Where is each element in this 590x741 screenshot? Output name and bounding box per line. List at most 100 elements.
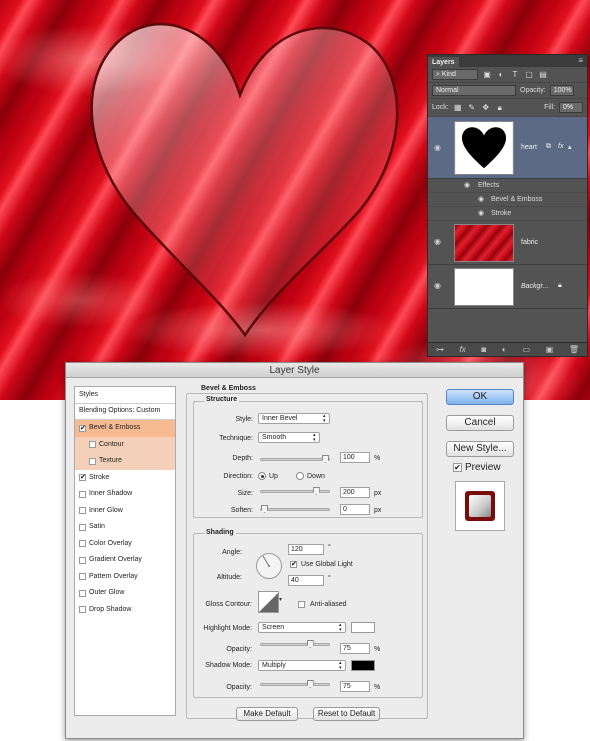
- visibility-eye-icon[interactable]: ◉: [464, 181, 470, 189]
- new-group-icon[interactable]: ▭: [522, 345, 530, 354]
- style-item[interactable]: Outer Glow: [75, 585, 175, 602]
- lock-transparent-icon[interactable]: ▦: [453, 103, 463, 113]
- style-item-checkbox[interactable]: [79, 589, 86, 597]
- filter-kind-dropdown[interactable]: ⌕ Kind: [432, 69, 478, 80]
- depth-slider[interactable]: [260, 455, 330, 463]
- highlight-mode-dropdown[interactable]: Screen: [258, 622, 346, 633]
- effects-row[interactable]: ◉ Effects: [428, 179, 587, 193]
- style-item[interactable]: Inner Glow: [75, 503, 175, 520]
- add-mask-icon[interactable]: ◙: [481, 345, 486, 354]
- make-default-button[interactable]: Make Default: [236, 707, 298, 721]
- style-item-checkbox[interactable]: [79, 540, 86, 548]
- styles-header[interactable]: Styles: [75, 387, 175, 404]
- blend-mode-dropdown[interactable]: Normal: [432, 85, 516, 96]
- style-item[interactable]: Color Overlay: [75, 536, 175, 553]
- style-item-checkbox[interactable]: [89, 457, 96, 465]
- visibility-eye-icon[interactable]: ◉: [434, 143, 441, 152]
- style-item-checkbox[interactable]: ✔: [79, 474, 86, 482]
- lock-brush-icon[interactable]: ✎: [467, 103, 477, 113]
- style-dropdown[interactable]: Inner Bevel: [258, 413, 330, 424]
- style-item-checkbox[interactable]: [79, 573, 86, 581]
- style-item-checkbox[interactable]: [79, 523, 86, 531]
- style-item[interactable]: Texture: [75, 453, 175, 470]
- style-item[interactable]: ✔ Stroke: [75, 470, 175, 487]
- style-item-checkbox[interactable]: [79, 556, 86, 564]
- direction-up-radio[interactable]: [258, 472, 266, 480]
- highlight-opacity-slider[interactable]: [260, 640, 330, 648]
- fill-input[interactable]: 0%: [559, 102, 583, 113]
- cancel-button[interactable]: Cancel: [446, 415, 514, 431]
- shadow-mode-dropdown[interactable]: Multiply: [258, 660, 346, 671]
- direction-down-label: Down: [307, 473, 325, 480]
- style-item[interactable]: Blending Options: Custom: [75, 404, 175, 420]
- layer-background[interactable]: ◉ Backgr... 🔒︎: [428, 265, 587, 309]
- angle-input[interactable]: 120: [288, 544, 324, 555]
- size-slider[interactable]: [260, 487, 330, 495]
- style-item-checkbox[interactable]: [79, 606, 86, 614]
- direction-down-radio[interactable]: [296, 472, 304, 480]
- lock-move-icon[interactable]: ✥: [481, 103, 491, 113]
- collapse-arrow-icon[interactable]: ▴: [568, 143, 572, 151]
- layers-tab[interactable]: Layers: [428, 57, 459, 68]
- adjustment-filter-icon[interactable]: ◐: [496, 70, 506, 80]
- use-global-light-checkbox[interactable]: ✔: [290, 561, 297, 568]
- angle-dial[interactable]: [255, 552, 283, 580]
- layer-heart[interactable]: ◉ heart ⧉ fx ▴: [428, 117, 587, 179]
- smart-object-filter-icon[interactable]: ▤: [538, 70, 548, 80]
- shape-filter-icon[interactable]: ▢: [524, 70, 534, 80]
- style-item-checkbox[interactable]: ✔: [79, 424, 86, 432]
- style-item[interactable]: Gradient Overlay: [75, 552, 175, 569]
- effect-row-bevel[interactable]: ◉ Bevel & Emboss: [428, 193, 587, 207]
- anti-aliased-checkbox[interactable]: [298, 601, 305, 608]
- visibility-eye-icon[interactable]: ◉: [434, 237, 441, 246]
- visibility-eye-icon[interactable]: ◉: [434, 281, 441, 290]
- style-item[interactable]: Pattern Overlay: [75, 569, 175, 586]
- pixel-filter-icon[interactable]: ▣: [482, 70, 492, 80]
- style-item[interactable]: Contour: [75, 436, 175, 453]
- highlight-color-swatch[interactable]: [351, 622, 375, 633]
- shadow-opacity-slider[interactable]: [260, 680, 330, 688]
- size-input[interactable]: 200: [340, 487, 370, 498]
- effect-row-stroke[interactable]: ◉ Stroke: [428, 207, 587, 221]
- style-item[interactable]: Drop Shadow: [75, 602, 175, 619]
- highlight-opacity-input[interactable]: 75: [340, 643, 370, 654]
- visibility-eye-icon[interactable]: ◉: [478, 209, 484, 217]
- new-layer-icon[interactable]: ▣: [546, 345, 554, 354]
- trash-icon[interactable]: 🗑︎: [569, 345, 579, 354]
- opacity-input[interactable]: 100%: [549, 85, 574, 96]
- angle-unit: °: [328, 544, 331, 551]
- altitude-input[interactable]: 40: [288, 575, 324, 586]
- shadow-mode-label: Shadow Mode:: [205, 662, 252, 669]
- panel-menu-icon[interactable]: ≡: [578, 56, 583, 65]
- visibility-eye-icon[interactable]: ◉: [478, 195, 484, 203]
- depth-input[interactable]: 100: [340, 452, 370, 463]
- fx-icon[interactable]: fx: [558, 143, 563, 150]
- type-filter-icon[interactable]: T: [510, 70, 520, 80]
- shadow-opacity-unit: %: [374, 684, 381, 691]
- style-item-checkbox[interactable]: [89, 441, 96, 449]
- gloss-contour-picker[interactable]: ▾: [258, 591, 284, 613]
- lock-icon: 🔒︎: [558, 282, 562, 289]
- technique-dropdown[interactable]: Smooth: [258, 432, 320, 443]
- lock-all-icon[interactable]: 🔒︎: [495, 103, 505, 113]
- style-item[interactable]: Inner Shadow: [75, 486, 175, 503]
- soften-slider[interactable]: [260, 505, 330, 513]
- shadow-opacity-input[interactable]: 75: [340, 681, 370, 692]
- style-item-checkbox[interactable]: [79, 507, 86, 515]
- effect-name: Stroke: [491, 210, 512, 217]
- style-item-label: Satin: [89, 523, 105, 531]
- adjustment-layer-icon[interactable]: ◐: [502, 345, 507, 354]
- layer-fabric[interactable]: ◉ fabric: [428, 221, 587, 265]
- style-item[interactable]: ✔ Bevel & Emboss: [75, 420, 175, 437]
- preview-label: Preview: [465, 462, 501, 473]
- ok-button[interactable]: OK: [446, 389, 514, 405]
- style-item-checkbox[interactable]: [79, 490, 86, 498]
- reset-to-default-button[interactable]: Reset to Default: [313, 707, 380, 721]
- new-style-button[interactable]: New Style...: [446, 441, 514, 457]
- shadow-color-swatch[interactable]: [351, 660, 375, 671]
- preview-checkbox[interactable]: ✔: [453, 463, 462, 472]
- style-item[interactable]: Satin: [75, 519, 175, 536]
- add-style-icon[interactable]: fx: [460, 345, 466, 354]
- soften-input[interactable]: 0: [340, 504, 370, 515]
- link-layers-icon[interactable]: ⊶: [436, 345, 444, 354]
